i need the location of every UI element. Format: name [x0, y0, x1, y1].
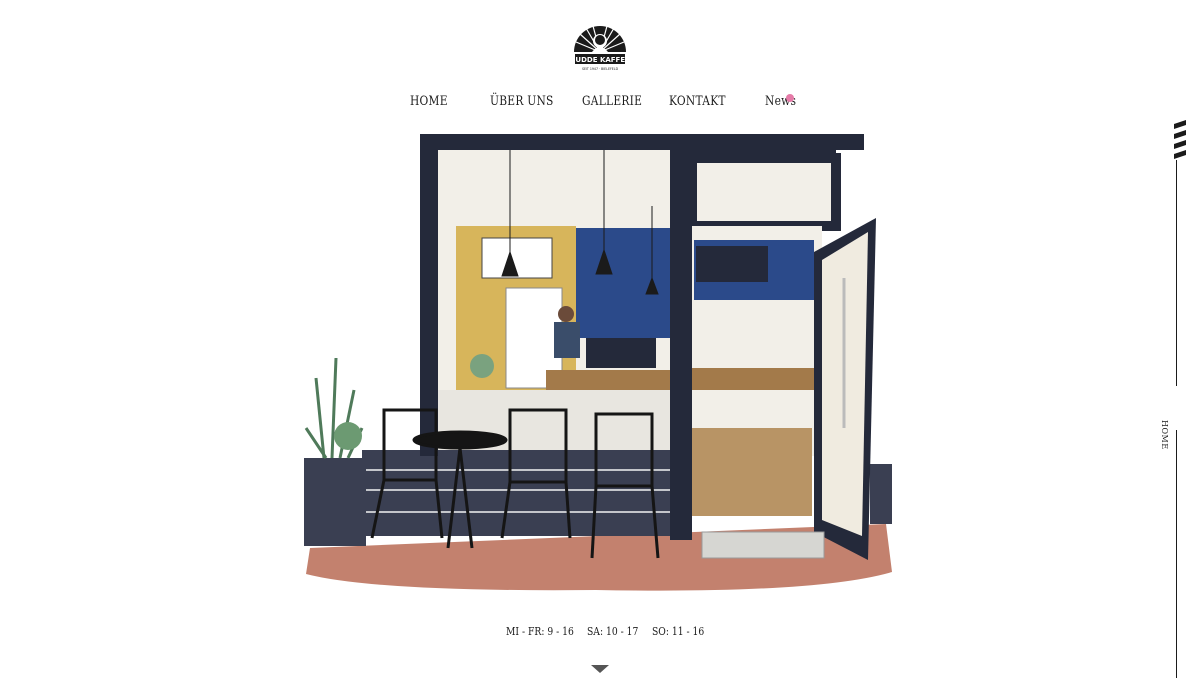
nav-gallerie[interactable]: GALLERIE — [582, 94, 642, 109]
hours-weekday: MI - FR: 9 - 16 — [506, 624, 574, 638]
nav-home[interactable]: HOME — [410, 94, 448, 109]
doormat — [701, 531, 825, 559]
opening-hours: MI - FR: 9 - 16 SA: 10 - 17 SO: 11 - 16 — [0, 624, 1200, 642]
side-nav-stripes-icon[interactable] — [1174, 120, 1186, 160]
hours-saturday: SA: 10 - 17 — [587, 624, 639, 638]
brick-wall — [362, 450, 688, 536]
side-nav-label: HOME — [1160, 420, 1169, 450]
logo-text: BUDDE KAFFEE — [570, 56, 630, 64]
side-nav-home[interactable]: HOME — [1160, 386, 1188, 450]
main-nav: HOME ÜBER UNS GALLERIE KONTAKT News — [0, 94, 1200, 116]
shop-frame — [420, 134, 864, 150]
counter — [546, 370, 670, 390]
planter — [304, 458, 366, 546]
barista — [558, 306, 574, 322]
brand-logo[interactable]: BUDDE KAFFEE SEIT 1947 · BIELEFELD — [568, 12, 632, 76]
hours-sunday: SO: 11 - 16 — [652, 624, 705, 638]
espresso-machine — [586, 338, 656, 368]
chevron-down-icon[interactable] — [591, 665, 609, 673]
news-notification-dot — [786, 94, 794, 102]
wall-blue — [576, 228, 670, 338]
nav-ueber-uns[interactable]: ÜBER UNS — [490, 94, 554, 109]
sunburst-logo-icon — [574, 25, 626, 53]
logo-subtext: SEIT 1947 · BIELEFELD — [582, 67, 619, 71]
shop-illustration — [304, 134, 892, 591]
nav-kontakt[interactable]: KONTAKT — [669, 94, 726, 109]
